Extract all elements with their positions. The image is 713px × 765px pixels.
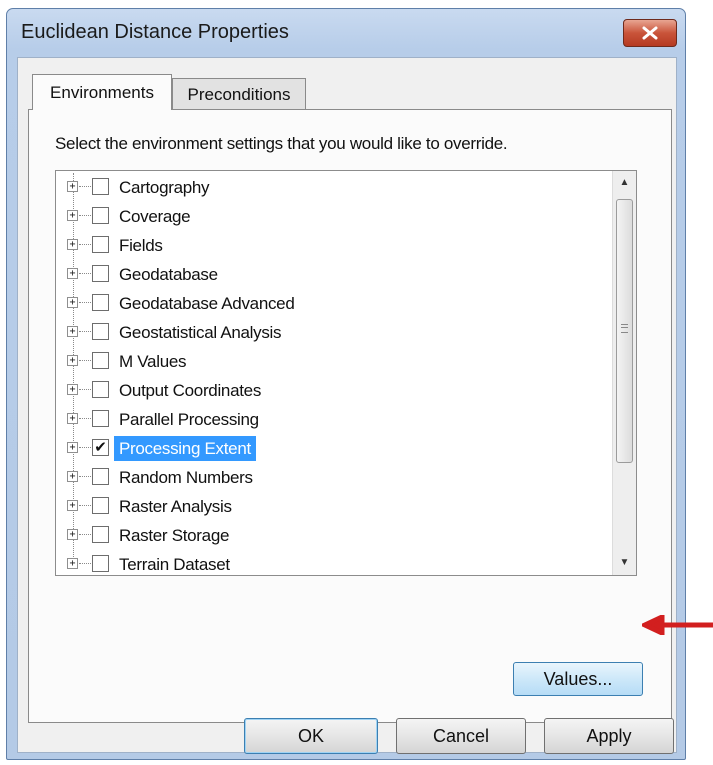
tree-item[interactable]: + Random Numbers xyxy=(56,463,616,492)
tree-connector xyxy=(79,215,91,216)
tree-item-label: Coverage xyxy=(119,207,191,226)
close-button[interactable] xyxy=(623,19,677,47)
expand-plus-icon[interactable]: + xyxy=(67,297,78,308)
tree-item[interactable]: + Output Coordinates xyxy=(56,376,616,405)
tree-item[interactable]: + Geostatistical Analysis xyxy=(56,318,616,347)
expand-plus-icon[interactable]: + xyxy=(67,384,78,395)
vertical-scrollbar[interactable]: ▲ ▼ xyxy=(612,171,636,575)
tree-item-checkbox[interactable] xyxy=(92,526,109,543)
instruction-text: Select the environment settings that you… xyxy=(55,134,508,153)
expand-plus-icon[interactable]: + xyxy=(67,558,78,569)
tree-item[interactable]: + Terrain Dataset xyxy=(56,550,616,575)
tree-item[interactable]: + Fields xyxy=(56,231,616,260)
tree-item-checkbox[interactable] xyxy=(92,497,109,514)
apply-button[interactable]: Apply xyxy=(544,718,674,754)
tree-connector xyxy=(79,534,91,535)
tree-item[interactable]: + Geodatabase Advanced xyxy=(56,289,616,318)
tree-item-checkbox[interactable] xyxy=(92,207,109,224)
environments-panel: Select the environment settings that you… xyxy=(28,109,672,723)
ok-button[interactable]: OK xyxy=(244,718,378,754)
expand-plus-icon[interactable]: + xyxy=(67,471,78,482)
tree-item-label: Raster Analysis xyxy=(119,497,232,516)
tree-item-checkbox[interactable] xyxy=(92,352,109,369)
tree-item-label: Processing Extent xyxy=(114,436,256,461)
tree-connector xyxy=(79,389,91,390)
tree-connector xyxy=(79,302,91,303)
thumb-grip-icon xyxy=(621,324,628,333)
tree-item[interactable]: + M Values xyxy=(56,347,616,376)
tree-item-checkbox[interactable] xyxy=(92,265,109,282)
tree-connector xyxy=(79,331,91,332)
tree-item[interactable]: + Parallel Processing xyxy=(56,405,616,434)
properties-dialog: Euclidean Distance Properties Environmen… xyxy=(6,8,686,760)
tree-item-label: Output Coordinates xyxy=(119,381,262,400)
dialog-client-area: Environments Preconditions Select the en… xyxy=(17,57,677,754)
expand-plus-icon[interactable]: + xyxy=(67,210,78,221)
environment-tree: + Cartography + Coverage + Fields + Geodatabase… xyxy=(55,170,637,576)
tab-environments[interactable]: Environments xyxy=(32,74,172,110)
tree-connector xyxy=(79,418,91,419)
scrollbar-thumb[interactable] xyxy=(616,199,633,463)
tree-item-label: Raster Storage xyxy=(119,526,230,545)
tree-connector xyxy=(79,244,91,245)
tree-connector xyxy=(79,447,91,448)
tree-item-label: Fields xyxy=(119,236,163,255)
tree-item-checkbox[interactable] xyxy=(92,323,109,340)
expand-plus-icon[interactable]: + xyxy=(67,413,78,424)
tree-item-label: Geodatabase xyxy=(119,265,218,284)
tree-item-checkbox[interactable] xyxy=(92,468,109,485)
close-icon xyxy=(642,26,658,40)
tree-connector xyxy=(79,186,91,187)
tree-connector xyxy=(79,505,91,506)
tree-item-checkbox[interactable] xyxy=(92,178,109,195)
tree-connector xyxy=(79,563,91,564)
tree-item-label: M Values xyxy=(119,352,187,371)
values-button[interactable]: Values... xyxy=(513,662,643,696)
tree-item-label: Parallel Processing xyxy=(119,410,259,429)
tree-connector xyxy=(79,360,91,361)
tree-item[interactable]: + ✔ Processing Extent xyxy=(56,434,616,463)
cancel-button[interactable]: Cancel xyxy=(396,718,526,754)
expand-plus-icon[interactable]: + xyxy=(67,326,78,337)
tree-connector xyxy=(79,273,91,274)
expand-plus-icon[interactable]: + xyxy=(67,500,78,511)
tree-item-label: Terrain Dataset xyxy=(119,555,230,574)
tree-item-label: Random Numbers xyxy=(119,468,253,487)
tree-item-label: Geostatistical Analysis xyxy=(119,323,282,342)
tree-item[interactable]: + Raster Analysis xyxy=(56,492,616,521)
expand-plus-icon[interactable]: + xyxy=(67,239,78,250)
tree-item-label: Geodatabase Advanced xyxy=(119,294,295,313)
red-arrow-icon xyxy=(642,615,713,635)
tree-item[interactable]: + Geodatabase xyxy=(56,260,616,289)
tree-item-checkbox[interactable]: ✔ xyxy=(92,439,109,456)
tree-item[interactable]: + Cartography xyxy=(56,173,616,202)
tree-item-checkbox[interactable] xyxy=(92,410,109,427)
expand-plus-icon[interactable]: + xyxy=(67,442,78,453)
expand-plus-icon[interactable]: + xyxy=(67,181,78,192)
expand-plus-icon[interactable]: + xyxy=(67,355,78,366)
tree-item[interactable]: + Raster Storage xyxy=(56,521,616,550)
expand-plus-icon[interactable]: + xyxy=(67,268,78,279)
tree-item-checkbox[interactable] xyxy=(92,236,109,253)
tree-item[interactable]: + Coverage xyxy=(56,202,616,231)
tree-item-checkbox[interactable] xyxy=(92,294,109,311)
scroll-down-arrow-icon[interactable]: ▼ xyxy=(613,551,636,575)
tab-preconditions[interactable]: Preconditions xyxy=(172,78,306,110)
tree-item-checkbox[interactable] xyxy=(92,555,109,572)
expand-plus-icon[interactable]: + xyxy=(67,529,78,540)
tree-item-checkbox[interactable] xyxy=(92,381,109,398)
window-title: Euclidean Distance Properties xyxy=(21,21,289,43)
scroll-up-arrow-icon[interactable]: ▲ xyxy=(613,171,636,195)
tree-connector xyxy=(79,476,91,477)
tree-item-label: Cartography xyxy=(119,178,210,197)
